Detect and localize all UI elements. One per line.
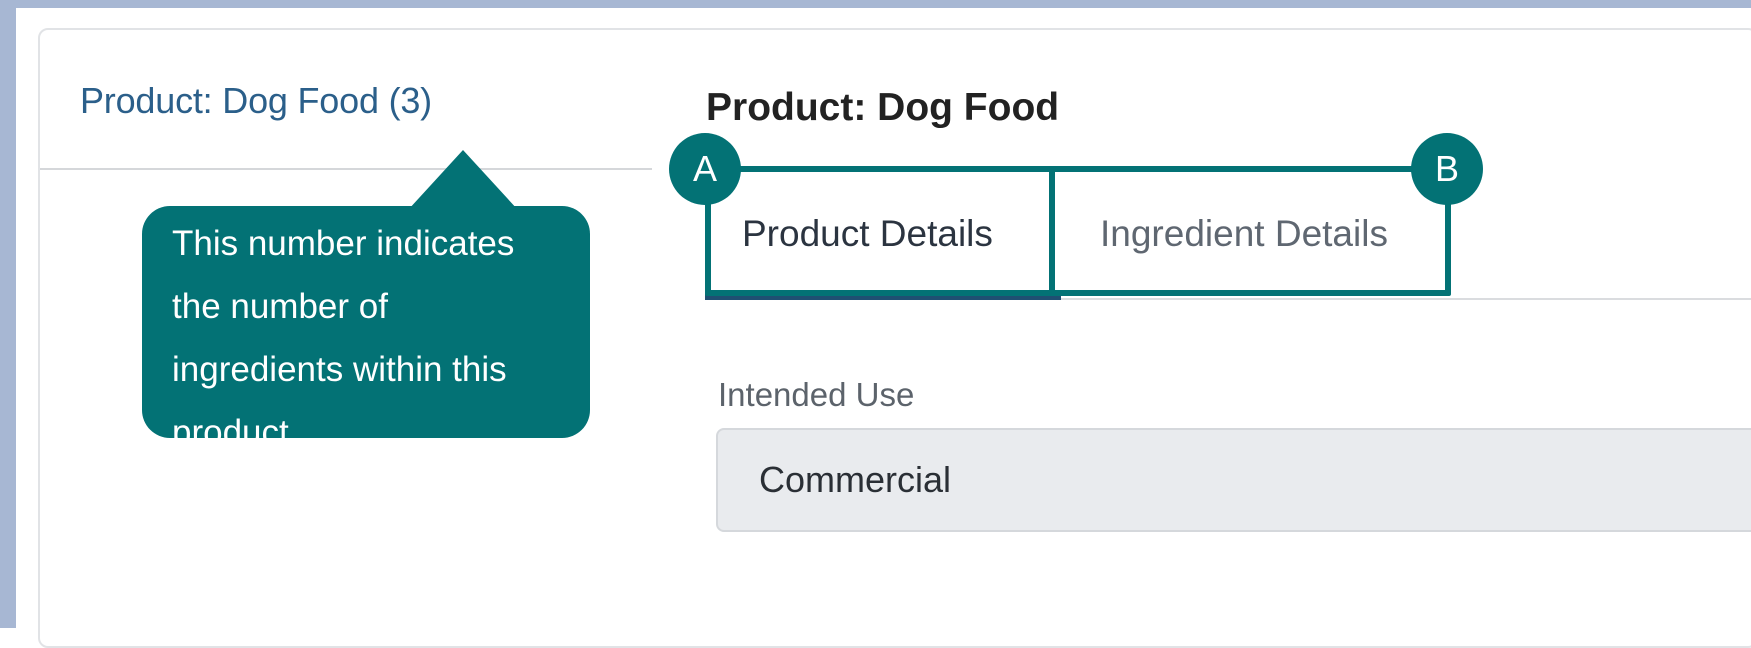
highlight-box-b [1049, 166, 1451, 296]
ingredient-count-callout: This number indicates the number of ingr… [142, 206, 590, 438]
annotation-badge-b: B [1411, 133, 1483, 205]
intended-use-label: Intended Use [718, 376, 915, 413]
intended-use-field[interactable]: Commercial [716, 428, 1751, 532]
callout-pointer [408, 150, 518, 210]
divider [40, 168, 652, 170]
highlight-box-a [705, 166, 1055, 296]
page-title: Product: Dog Food [706, 86, 1060, 129]
product-ingredient-count-link[interactable]: Product: Dog Food (3) [80, 80, 432, 122]
annotation-badge-a: A [669, 133, 741, 205]
